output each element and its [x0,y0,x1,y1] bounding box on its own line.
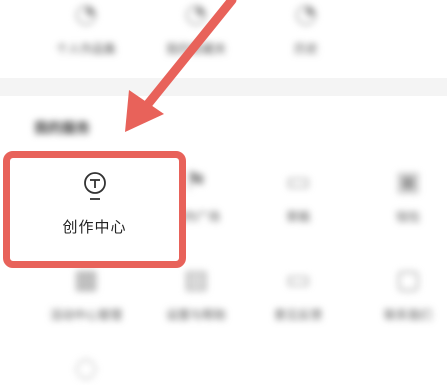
service-label: 意见反馈 [273,308,322,322]
service-contact[interactable]: ▢ 联系我们 [360,266,447,323]
folder-icon: ▭ [285,167,311,197]
creation-center-highlight[interactable]: 创作中心 [3,151,186,268]
lightbulb-icon [84,172,106,200]
flag-icon: ⚑ [184,167,208,197]
shortcut-history[interactable]: ◔ 历史 [258,0,354,57]
lightbulb-icon: ◌ [74,353,98,383]
shortcut-label: 个人作品集 [55,42,116,56]
service-extra[interactable]: ◌ [38,354,134,382]
section-title: 我的服务 [34,121,90,137]
shortcut-portfolio[interactable]: ◔ 个人作品集 [38,0,134,57]
shortcut-label: 历史 [293,42,318,56]
service-label: 联系我们 [383,308,432,322]
circle-icon: ◔ [74,0,98,29]
service-label: 活动中心管理 [49,308,122,322]
circle-icon: ◔ [184,0,208,29]
folder-icon: ▭ [285,265,311,295]
service-drafts[interactable]: ▭ 草稿 [250,168,346,225]
grid-icon: ▦ [73,265,99,295]
doc-icon: ▤ [183,265,209,295]
service-feedback[interactable]: ▭ 意见反馈 [250,266,346,323]
creation-center-label: 创作中心 [62,218,127,236]
service-wallet[interactable]: ▣ 钱包 [360,168,447,225]
box-icon: ▢ [395,265,421,295]
wallet-icon: ▣ [395,167,421,197]
service-label: 钱包 [395,210,420,224]
service-label: 草稿 [285,210,310,224]
service-activity[interactable]: ▦ 活动中心管理 [38,266,134,323]
shortcut-favorites[interactable]: ◔ 我的收藏夹 [148,0,244,57]
service-settings[interactable]: ▤ 设置与帮助 [148,266,244,323]
shortcut-label: 我的收藏夹 [165,42,226,56]
circle-icon: ◔ [294,0,318,29]
service-label: 设置与帮助 [165,308,226,322]
top-shortcuts-card: ◔ 个人作品集 ◔ 我的收藏夹 ◔ 历史 [0,0,447,78]
